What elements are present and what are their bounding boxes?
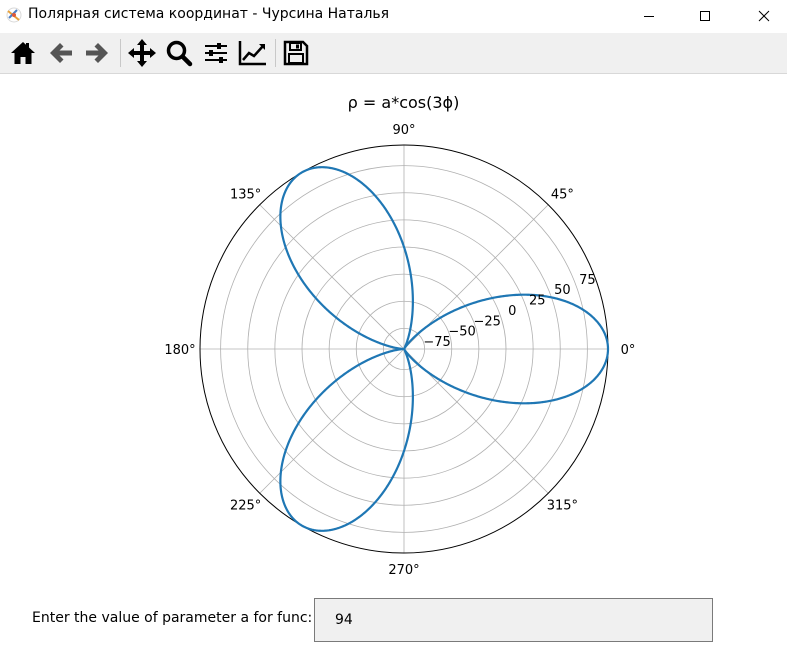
- r-tick-label: −75: [423, 335, 450, 350]
- maximize-icon: [700, 10, 710, 21]
- theta-tick-label: 180°: [164, 343, 195, 358]
- theta-tick-label: 0°: [621, 343, 636, 358]
- edit-axis-button[interactable]: [237, 37, 269, 69]
- r-tick-label: −50: [448, 325, 475, 340]
- parameter-label: Enter the value of parameter a for func:: [32, 610, 313, 626]
- arrow-right-icon: [86, 43, 108, 63]
- home-button[interactable]: [7, 37, 39, 69]
- r-tick-label: 25: [529, 294, 546, 309]
- configure-subplots-button[interactable]: [200, 37, 232, 69]
- minimize-icon: [644, 15, 654, 17]
- toolbar-separator: [275, 39, 276, 67]
- theta-tick-label: 225°: [230, 499, 261, 514]
- toolbar-separator: [120, 39, 121, 67]
- theta-tick-label: 90°: [392, 123, 415, 138]
- theta-tick-label: 315°: [547, 499, 578, 514]
- back-button[interactable]: [45, 37, 77, 69]
- save-button[interactable]: [280, 37, 312, 69]
- app-logo-icon: [5, 6, 23, 24]
- zoom-button[interactable]: [163, 37, 195, 69]
- pan-button[interactable]: [126, 37, 158, 69]
- home-icon: [11, 42, 35, 64]
- close-button[interactable]: [741, 0, 787, 31]
- sliders-icon: [205, 43, 227, 63]
- polar-plot: ρ = a*cos(3ϕ) 0° 45° 90° 135° 180° 225° 270° 31…: [0, 74, 787, 586]
- app-window: Полярная система координат - Чурсина Нат…: [0, 0, 787, 672]
- polar-chart: 0° 45° 90° 135° 180° 225° 270° 315° −75−50−25 0 25…: [164, 123, 636, 578]
- theta-tick-label: 45°: [551, 187, 574, 202]
- forward-button[interactable]: [81, 37, 113, 69]
- r-tick-label: 0: [508, 304, 516, 319]
- minimize-button[interactable]: [626, 0, 672, 31]
- zoom-icon: [166, 40, 193, 67]
- r-tick-label: −25: [473, 314, 500, 329]
- maximize-button[interactable]: [682, 0, 728, 31]
- theta-tick-label: 270°: [388, 563, 419, 578]
- parameter-input[interactable]: [314, 598, 713, 642]
- arrow-left-icon: [50, 43, 72, 63]
- r-tick-label: 75: [579, 273, 596, 288]
- r-tick-label: 50: [554, 283, 571, 298]
- floppy-disk-icon: [283, 40, 309, 66]
- close-icon: [758, 10, 770, 21]
- chart-line-icon: [238, 41, 266, 66]
- move-icon: [128, 39, 156, 67]
- title-bar: Полярная система координат - Чурсина Нат…: [0, 0, 787, 31]
- navigation-toolbar: [0, 33, 787, 74]
- window-title: Полярная система координат - Чурсина Нат…: [28, 6, 390, 22]
- theta-tick-label: 135°: [230, 187, 261, 202]
